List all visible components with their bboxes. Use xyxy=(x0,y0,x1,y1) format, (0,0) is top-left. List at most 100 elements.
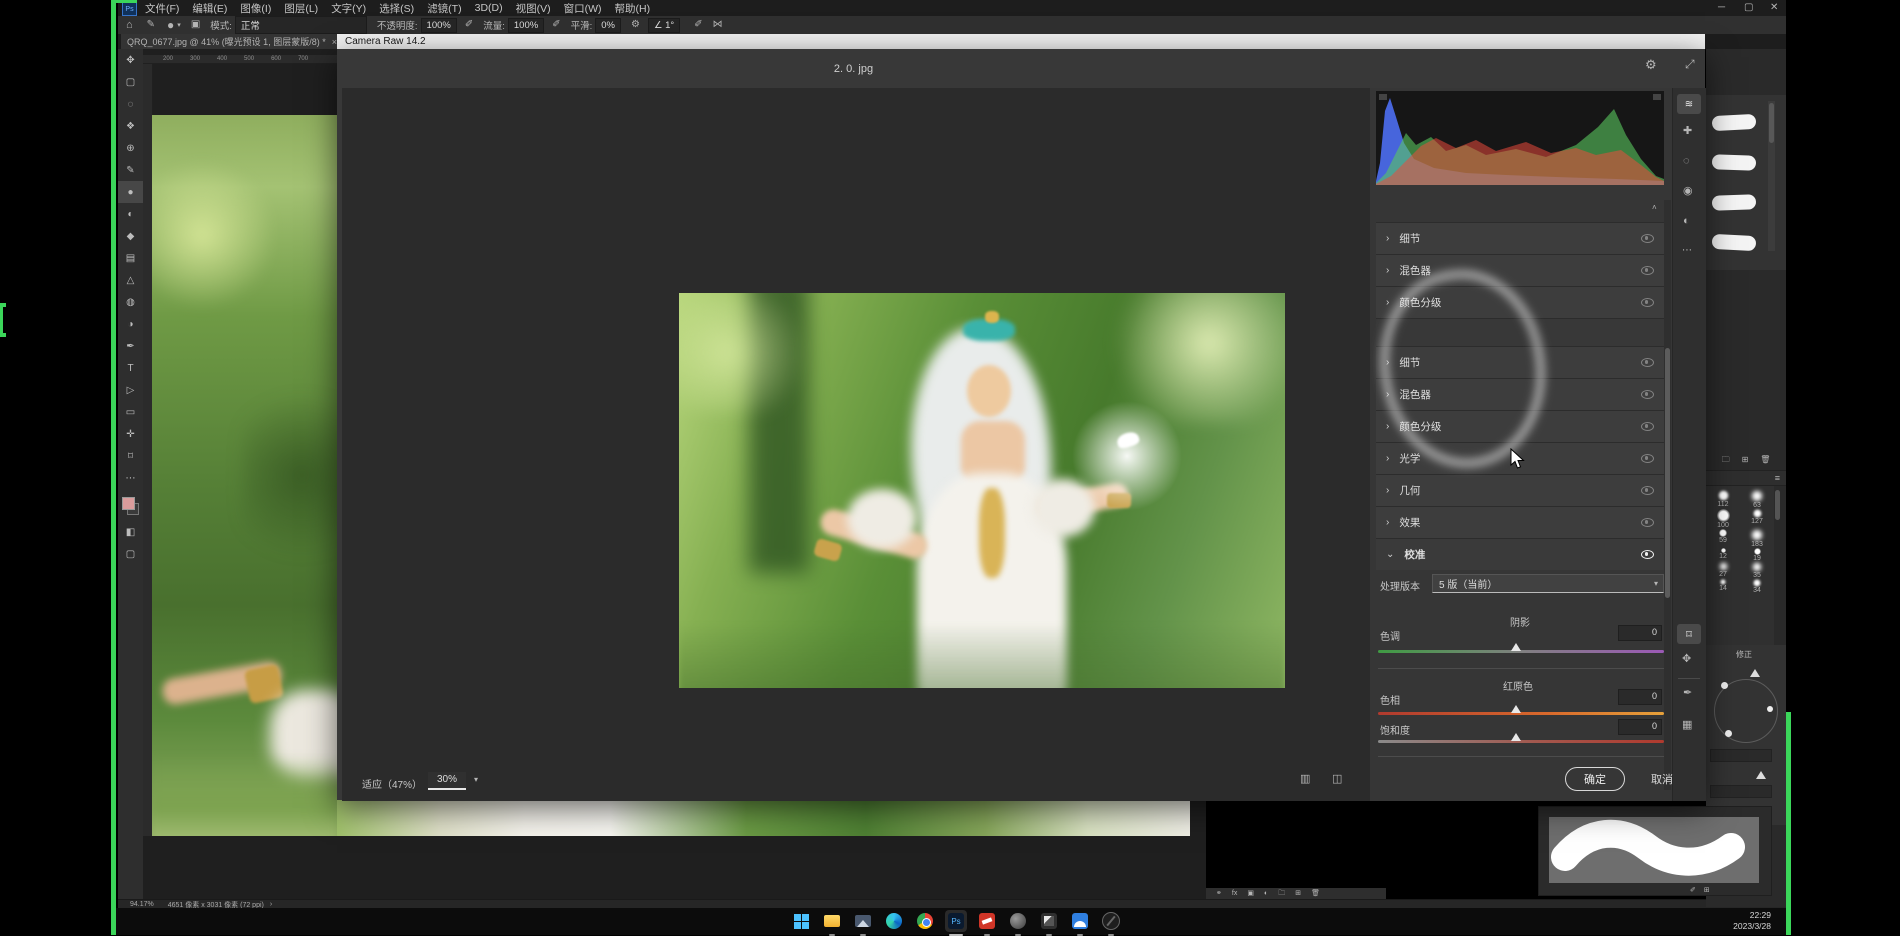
new-layer-icon[interactable]: ⊞ xyxy=(1295,890,1301,897)
dark-tile-app-icon[interactable] xyxy=(1038,910,1060,932)
brush-item[interactable]: 14 xyxy=(1706,579,1740,594)
hue-slider-thumb[interactable] xyxy=(1511,705,1521,713)
edge-browser-icon[interactable] xyxy=(883,910,905,932)
symmetry-icon[interactable]: ⋈ xyxy=(713,20,723,30)
tint-value-field[interactable]: 0 xyxy=(1618,625,1662,641)
panel-menu-icon[interactable]: ≡ xyxy=(1775,474,1780,483)
path-select-tool[interactable]: ▷ xyxy=(118,379,143,401)
eyedropper-tool[interactable]: ✎ xyxy=(118,159,143,181)
zoom-tool-cr[interactable]: ⌑ xyxy=(1677,624,1701,644)
tint-slider[interactable] xyxy=(1378,650,1664,653)
healing-tool[interactable]: ✚ xyxy=(1683,126,1692,137)
delete-layer-icon[interactable]: 🗑 xyxy=(1311,890,1320,897)
brush-item[interactable]: 59 xyxy=(1706,529,1740,548)
menu-help[interactable]: 帮助(H) xyxy=(615,1,651,16)
home-icon[interactable]: ⌂ xyxy=(126,20,133,31)
pressure-size-icon[interactable]: ✐ xyxy=(694,20,702,30)
adjustment-layer-icon[interactable]: ◐ xyxy=(1264,890,1268,897)
eye-icon[interactable] xyxy=(1641,422,1654,431)
dark-circle-app-icon[interactable] xyxy=(1007,910,1029,932)
brushes-panel-tab[interactable]: ≡ xyxy=(1706,470,1786,486)
value-box[interactable] xyxy=(1710,785,1772,798)
canvas-photo-bottom-strip[interactable] xyxy=(337,800,1190,836)
saturation-slider-thumb[interactable] xyxy=(1511,733,1521,741)
menu-layer[interactable]: 图层(L) xyxy=(284,1,318,16)
menu-image[interactable]: 图像(I) xyxy=(240,1,271,16)
quick-mask-button[interactable]: ◧ xyxy=(118,521,143,543)
brush-item[interactable]: 127 xyxy=(1740,509,1774,529)
marquee-tool[interactable]: ▢ xyxy=(118,71,143,93)
more-tools-icon[interactable]: ⋯ xyxy=(1682,246,1692,256)
preferences-gear-icon[interactable]: ⚙ xyxy=(1645,58,1657,71)
slider-thumb[interactable] xyxy=(1756,771,1766,779)
blue-app-icon[interactable] xyxy=(1069,910,1091,932)
eye-icon[interactable] xyxy=(1641,550,1654,559)
menu-file[interactable]: 文件(F) xyxy=(145,1,179,16)
tint-slider-thumb[interactable] xyxy=(1511,643,1521,651)
section-color-mixer-2[interactable]: ›混色器 xyxy=(1376,378,1664,410)
layer-style-icon[interactable]: fx xyxy=(1232,890,1237,897)
start-button[interactable] xyxy=(790,910,812,932)
brush-item[interactable]: 12 xyxy=(1706,548,1740,562)
delete-icon[interactable]: 🗑 xyxy=(1760,456,1770,464)
section-color-grading-2[interactable]: ›颜色分级 xyxy=(1376,410,1664,442)
brush-item[interactable]: 27 xyxy=(1706,562,1740,579)
eye-icon[interactable] xyxy=(1641,298,1654,307)
fit-zoom-label[interactable]: 适应（47%） xyxy=(362,776,422,791)
taskbar-clock[interactable]: 22:29 2023/3/28 xyxy=(1733,910,1771,932)
status-expander-icon[interactable]: › xyxy=(270,901,272,908)
photos-app-icon[interactable] xyxy=(852,910,874,932)
shape-tool[interactable]: ▭ xyxy=(118,401,143,423)
link-layers-icon[interactable]: ⚭ xyxy=(1216,890,1222,897)
foreground-color-swatch[interactable] xyxy=(122,497,135,510)
maximize-button[interactable]: ▢ xyxy=(1744,3,1753,13)
panel-scrollbar[interactable] xyxy=(1768,101,1775,251)
flow-select[interactable]: 100% xyxy=(508,18,544,33)
brush-angle-field[interactable]: ∠ 1° xyxy=(648,18,680,33)
menu-type[interactable]: 文字(Y) xyxy=(331,1,366,16)
brush-item[interactable]: 183 xyxy=(1740,529,1774,548)
white-balance-eyedropper[interactable]: ✒ xyxy=(1683,688,1692,699)
before-after-icon[interactable]: ▥ xyxy=(1300,774,1310,785)
section-effects[interactable]: ›效果 xyxy=(1376,506,1664,538)
menu-filter[interactable]: 滤镜(T) xyxy=(427,1,461,16)
section-detail-2[interactable]: ›细节 xyxy=(1376,346,1664,378)
type-tool[interactable]: T xyxy=(118,357,143,379)
airbrush-icon[interactable]: ✐ xyxy=(552,20,560,30)
minimize-button[interactable]: ─ xyxy=(1718,3,1725,13)
smoothing-gear-icon[interactable]: ⚙ xyxy=(631,20,640,30)
brush-stroke-thumb[interactable] xyxy=(1712,194,1756,211)
brush-stroke-thumb[interactable] xyxy=(1712,234,1757,251)
hue-slider[interactable] xyxy=(1378,712,1664,715)
process-version-select[interactable]: 5 版（当前） ▾ xyxy=(1432,574,1664,593)
brush-item[interactable]: 19 xyxy=(1740,548,1774,562)
layer-mask-icon[interactable]: ▣ xyxy=(1247,890,1254,897)
menu-3d[interactable]: 3D(D) xyxy=(475,2,503,14)
mode-select[interactable]: 正常 xyxy=(235,16,367,34)
brush-preset-icon[interactable]: ● xyxy=(167,19,174,31)
status-zoom-field[interactable]: 94.17% xyxy=(130,901,154,908)
histogram[interactable] xyxy=(1376,91,1664,185)
eye-icon[interactable] xyxy=(1641,266,1654,275)
new-group-icon[interactable]: 🗀 xyxy=(1278,890,1285,897)
camera-raw-preview-area[interactable]: 适应（47%） 30% ▾ ▥ ◫ xyxy=(342,88,1370,801)
brush-settings-panel-icon[interactable]: ▣ xyxy=(191,20,200,30)
brush-stroke-thumb[interactable] xyxy=(1712,154,1756,171)
presets-tool[interactable]: ◐ xyxy=(1683,216,1690,227)
camera-raw-titlebar[interactable]: Camera Raw 14.2 xyxy=(337,34,1705,49)
hue-wheel[interactable] xyxy=(1714,679,1778,743)
brush-stroke-thumb[interactable] xyxy=(1712,114,1757,131)
document-tab[interactable]: QRQ_0677.jpg @ 41% (曝光预设 1, 图层蒙版/8) * × xyxy=(121,34,343,49)
saturation-value-field[interactable]: 0 xyxy=(1618,719,1662,735)
section-color-mixer[interactable]: ›混色器 xyxy=(1376,254,1664,286)
crop-tool[interactable]: ⊕ xyxy=(118,137,143,159)
menu-window[interactable]: 窗口(W) xyxy=(564,1,602,16)
section-calibration[interactable]: ⌄校准 xyxy=(1376,538,1664,570)
slider-thumb[interactable] xyxy=(1750,669,1760,677)
history-brush-tool[interactable]: ◆ xyxy=(118,225,143,247)
blur-tool[interactable]: ◍ xyxy=(118,291,143,313)
collapse-chevron-icon[interactable]: ˄ xyxy=(1652,204,1657,212)
brush-item[interactable]: 112 xyxy=(1706,490,1740,509)
section-color-grading[interactable]: ›颜色分级 xyxy=(1376,286,1664,318)
ok-button[interactable]: 确定 xyxy=(1565,767,1625,791)
